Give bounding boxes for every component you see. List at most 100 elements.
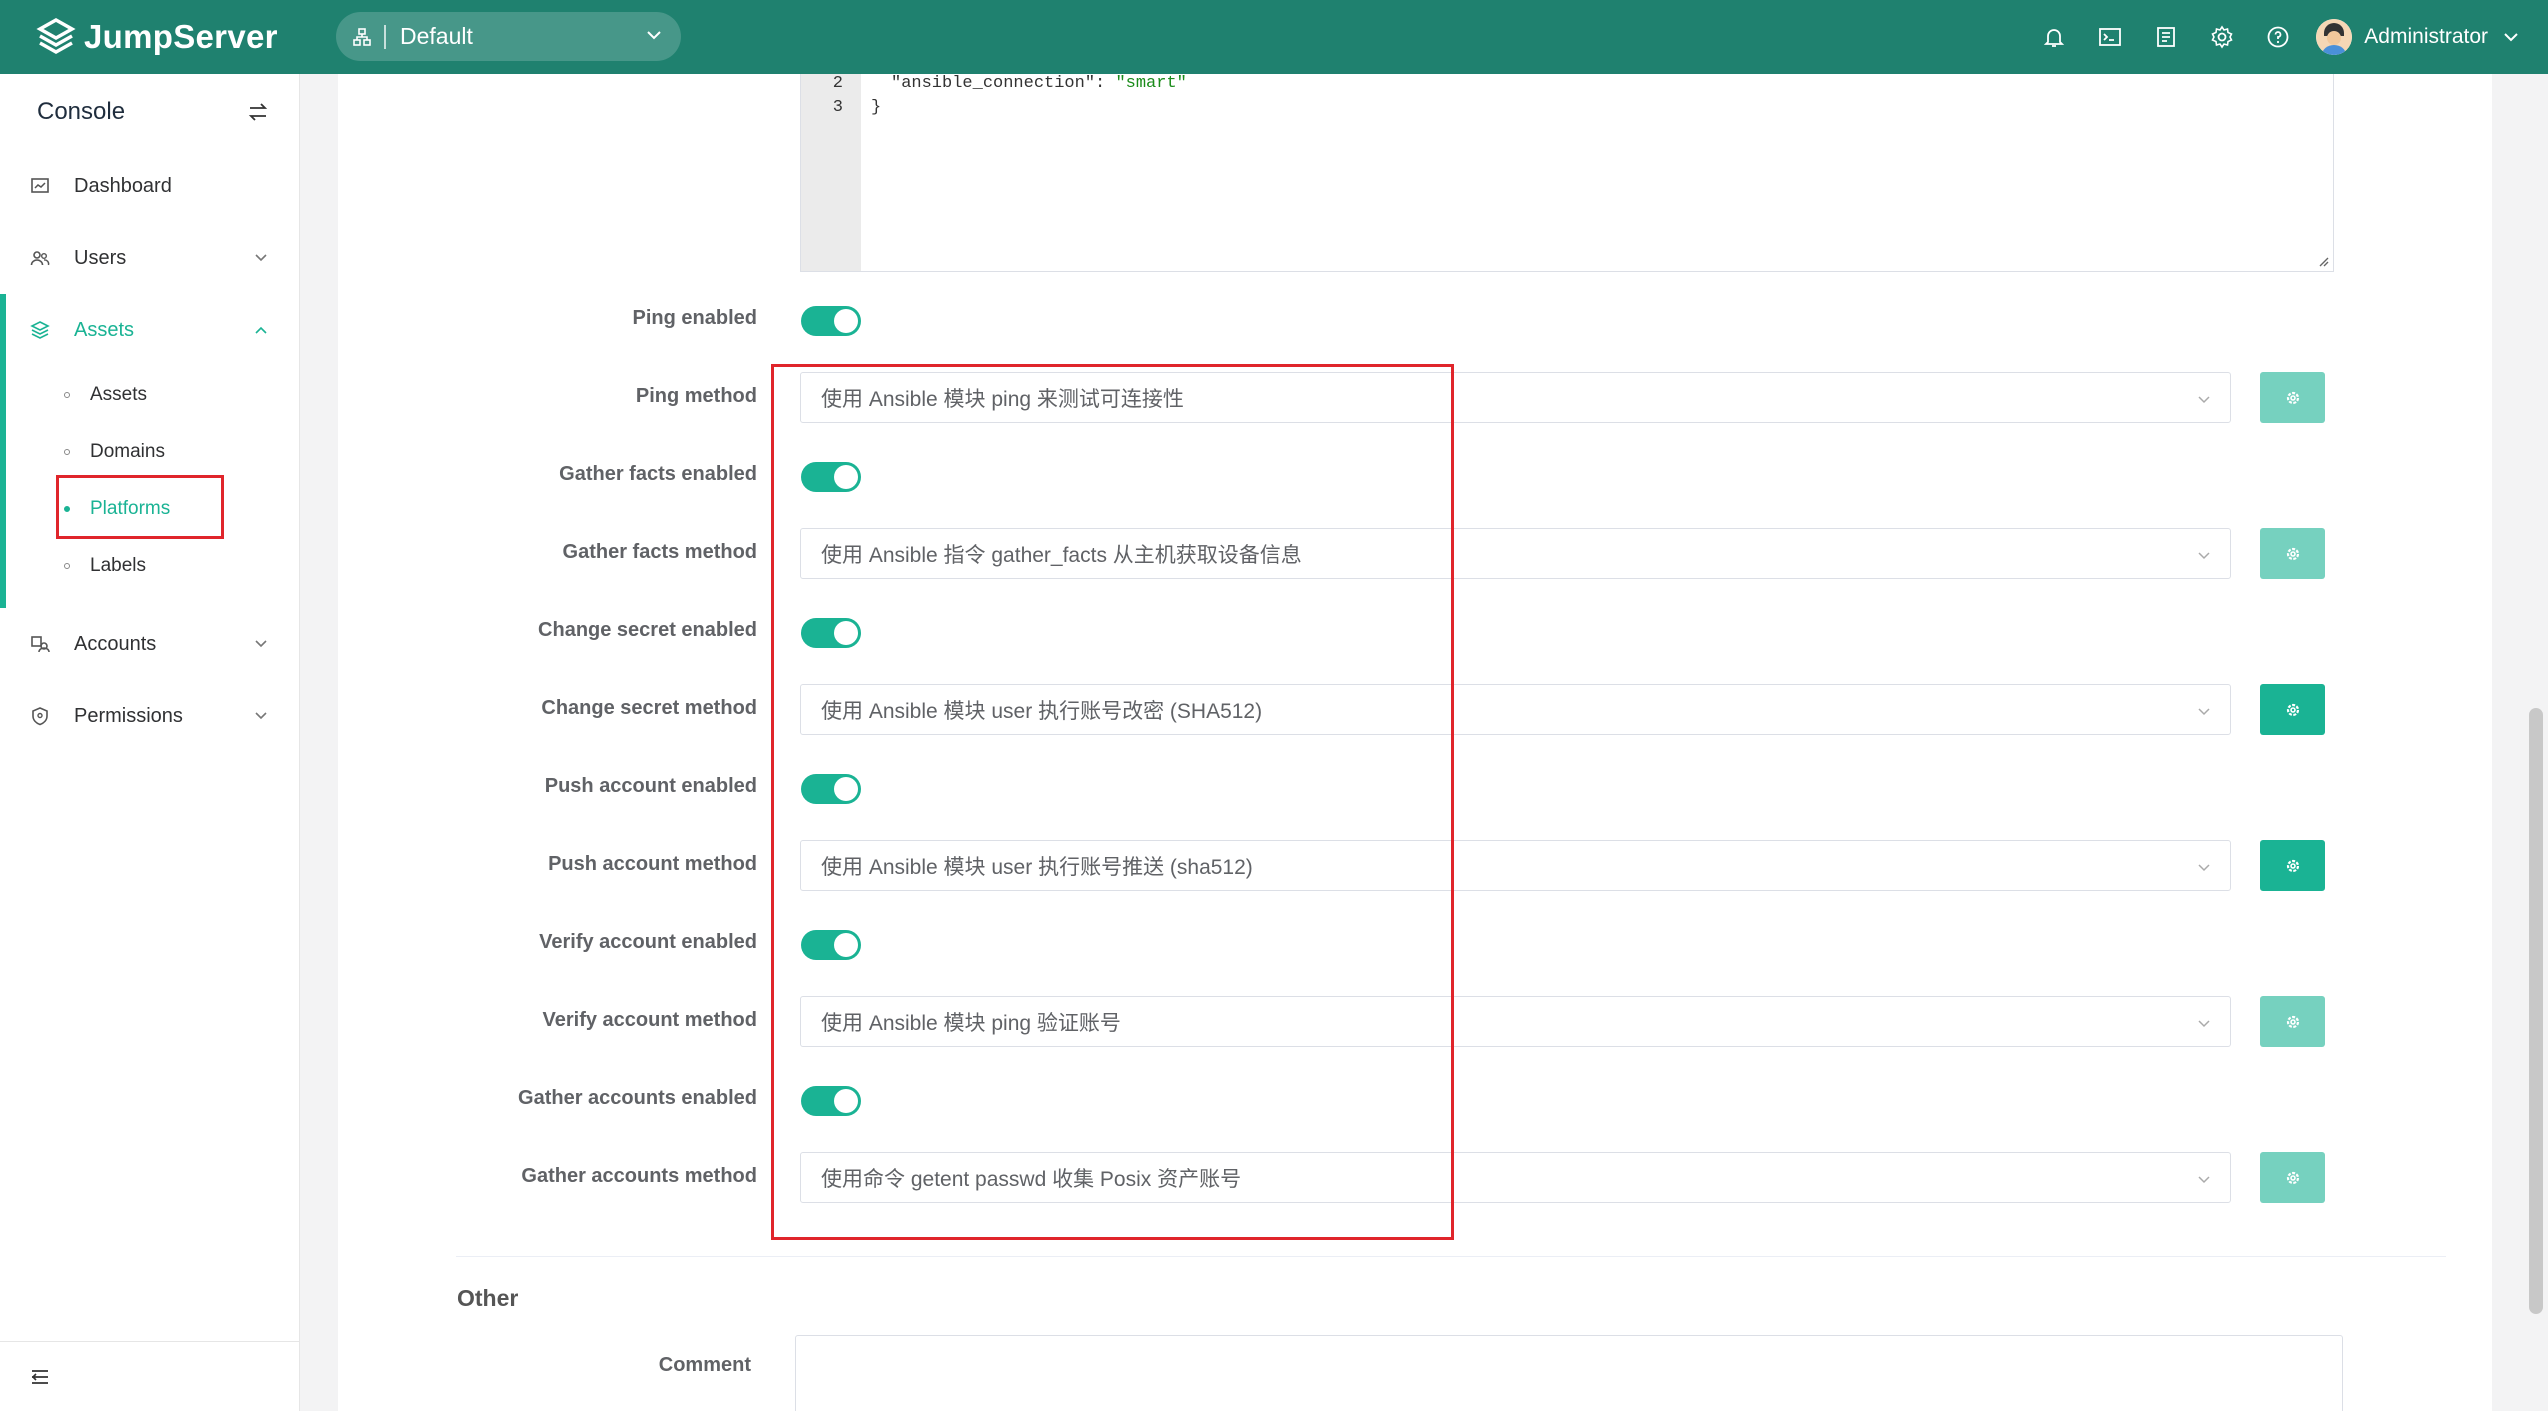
automation-methods-highlight-box (771, 364, 1454, 1240)
sidebar-item-label: Accounts (74, 632, 157, 655)
sidebar-subitem-assets[interactable]: Assets (0, 366, 299, 423)
ping-method-label: Ping method (635, 385, 757, 407)
chevron-down-icon (2198, 1020, 2210, 1028)
platforms-highlight-box (56, 475, 224, 539)
collapse-menu-icon (31, 1369, 48, 1384)
avatar (2316, 19, 2353, 55)
sidebar-item-users[interactable]: Users (0, 222, 299, 294)
code-separator: : (1095, 74, 1116, 93)
sidebar-item-label: Assets (74, 318, 135, 341)
chevron-down-icon (647, 31, 661, 40)
organization-select[interactable]: Default (336, 12, 681, 61)
push-account-enabled-label: Push account enabled (544, 775, 757, 797)
app-logo[interactable]: JumpServer (36, 17, 278, 57)
tickets-button[interactable] (2138, 0, 2194, 74)
sidebar-item-dashboard[interactable]: Dashboard (0, 150, 299, 222)
gear-icon (2286, 547, 2299, 560)
ping-method-settings-button[interactable] (2260, 372, 2325, 423)
gear-icon (2286, 859, 2299, 872)
bullet-icon (64, 562, 70, 569)
gather-facts-method-label: Gather facts method (562, 541, 757, 563)
user-menu[interactable]: Administrator (2316, 19, 2520, 55)
accounts-icon (31, 636, 50, 653)
gear-icon (2286, 391, 2299, 404)
change-secret-settings-button[interactable] (2260, 684, 2325, 735)
sidebar-header: Console (0, 74, 299, 150)
verify-account-enabled-label: Verify account enabled (539, 931, 757, 953)
app-name: JumpServer (84, 18, 278, 55)
tickets-icon (2157, 27, 2176, 47)
user-avatar-icon (2316, 19, 2353, 55)
chevron-down-icon (2198, 864, 2210, 872)
settings-icon (2211, 25, 2233, 49)
settings-button[interactable] (2194, 0, 2250, 74)
org-name: Default (400, 23, 473, 49)
push-account-method-label: Push account method (548, 853, 757, 875)
toggle-knob (834, 309, 858, 333)
organization-icon (353, 27, 371, 46)
change-secret-enabled-label: Change secret enabled (538, 619, 757, 641)
code-key: "ansible_connection" (891, 74, 1096, 93)
page-scrollbar[interactable] (2529, 708, 2543, 1314)
gather-accounts-enabled-label: Gather accounts enabled (518, 1087, 757, 1109)
bell-icon (2044, 29, 2065, 47)
line-number: 3 (832, 98, 843, 117)
sidebar-item-label: Dashboard (74, 174, 172, 197)
user-name: Administrator (2364, 25, 2488, 48)
code-line: } (871, 98, 882, 117)
bullet-icon (64, 448, 70, 455)
help-button[interactable] (2250, 0, 2306, 74)
sidebar-subitem-domains[interactable]: Domains (0, 423, 299, 480)
org-separator (384, 24, 386, 49)
sidebar-title: Console (37, 98, 126, 125)
chevron-down-icon (2198, 552, 2210, 560)
chevron-down-icon (2198, 1176, 2210, 1184)
line-number: 2 (832, 74, 843, 93)
editor-gutter: 2 3 (801, 74, 861, 271)
bullet-icon (64, 391, 70, 398)
chevron-down-icon (2504, 33, 2518, 42)
push-account-settings-button[interactable] (2260, 840, 2325, 891)
help-icon (2267, 26, 2289, 48)
shield-icon (32, 707, 48, 726)
sidebar-group-assets: Assets Assets Domains Platforms Labels (0, 294, 299, 608)
custom-params-editor[interactable]: 2 3 "ansible_connection": "smart" } (800, 74, 2334, 272)
sidebar-subitem-label: Domains (90, 440, 165, 462)
ping-enabled-toggle[interactable] (801, 306, 861, 336)
code-value: "smart" (1115, 74, 1187, 93)
switch-view-icon[interactable] (247, 101, 269, 123)
sidebar-item-label: Users (74, 246, 127, 269)
web-terminal-button[interactable] (2082, 0, 2138, 74)
top-navbar: JumpServer Default Administrator (0, 0, 2548, 74)
gear-icon (2286, 703, 2299, 716)
chevron-down-icon (2198, 708, 2210, 716)
other-section-title: Other (457, 1285, 519, 1311)
comment-textarea[interactable] (795, 1335, 2343, 1411)
sidebar-item-assets[interactable]: Assets (0, 294, 299, 366)
users-icon (30, 251, 50, 266)
terminal-icon (2099, 28, 2122, 46)
sidebar-subitem-labels[interactable]: Labels (0, 537, 299, 594)
sidebar: Console Dashboard Users Assets Assets Do… (0, 74, 300, 1411)
sidebar-item-accounts[interactable]: Accounts (0, 608, 299, 680)
chevron-up-icon (255, 326, 267, 334)
sidebar-item-label: Permissions (74, 704, 183, 727)
sidebar-subitem-label: Labels (90, 554, 146, 576)
ping-enabled-label: Ping enabled (632, 307, 757, 329)
notifications-button[interactable] (2026, 0, 2082, 74)
dashboard-icon (31, 178, 49, 193)
code-line: "ansible_connection": "smart" (891, 74, 1187, 93)
chevron-down-icon (255, 640, 267, 648)
gear-icon (2286, 1171, 2299, 1184)
collapse-sidebar-button[interactable] (0, 1341, 299, 1411)
verify-account-method-label: Verify account method (542, 1009, 758, 1031)
verify-account-settings-button[interactable] (2260, 996, 2325, 1047)
sidebar-item-permissions[interactable]: Permissions (0, 680, 299, 752)
gather-facts-settings-button[interactable] (2260, 528, 2325, 579)
gear-icon (2286, 1015, 2299, 1028)
gather-accounts-settings-button[interactable] (2260, 1152, 2325, 1203)
resize-handle-icon[interactable] (2317, 255, 2329, 267)
chevron-down-icon (2198, 396, 2210, 404)
section-divider (456, 1256, 2446, 1257)
assets-icon (30, 321, 50, 339)
